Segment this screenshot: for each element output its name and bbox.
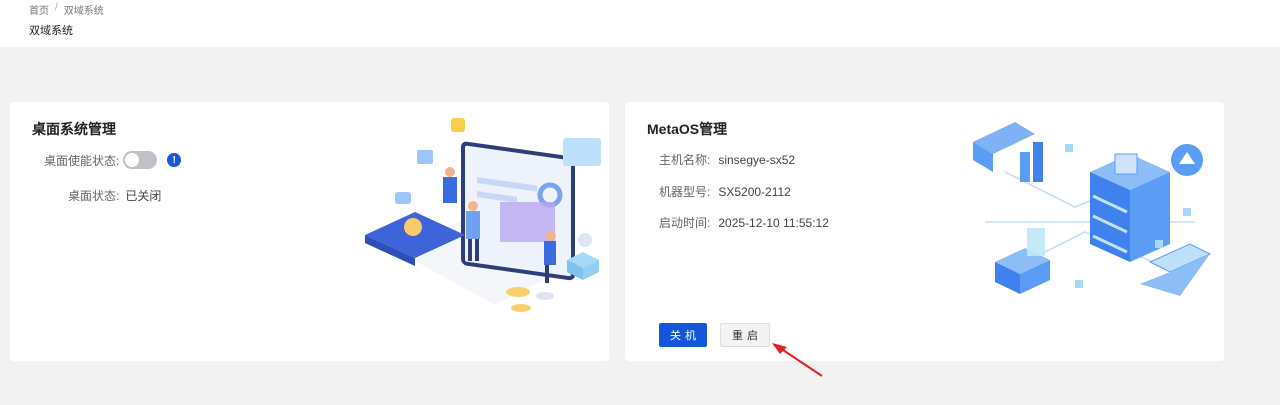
restart-button[interactable]: 重启 <box>720 323 770 347</box>
metaos-management-card: MetaOS管理 主机名称: sinsegye-sx52 机器型号: SX520… <box>625 102 1224 361</box>
boot-time-row: 启动时间: 2025-12-10 11:55:12 <box>659 214 829 231</box>
page-title: 双域系统 <box>29 25 73 37</box>
boot-time-label: 启动时间: <box>659 216 711 230</box>
page-header: 首页 / 双域系统 双域系统 <box>0 0 1280 47</box>
hostname-label: 主机名称: <box>659 153 711 167</box>
hostname-value: sinsegye-sx52 <box>718 152 796 167</box>
desktop-status-row: 桌面状态: 已关闭 <box>68 187 161 204</box>
desktop-status-value: 已关闭 <box>125 189 162 203</box>
desktop-card-title: 桌面系统管理 <box>32 121 116 137</box>
desktop-enable-row: 桌面使能状态: ! <box>44 151 182 169</box>
breadcrumb-home[interactable]: 首页 <box>29 2 49 17</box>
server-illustration <box>973 122 1212 296</box>
desktop-enable-label: 桌面使能状态: <box>44 153 120 168</box>
info-icon[interactable]: ! <box>167 153 182 167</box>
hostname-row: 主机名称: sinsegye-sx52 <box>659 151 795 168</box>
model-row: 机器型号: SX5200-2112 <box>659 183 791 200</box>
breadcrumb-current: 双域系统 <box>63 6 104 17</box>
model-value: SX5200-2112 <box>718 184 791 199</box>
annotation-arrow-icon <box>772 343 823 377</box>
metaos-card-title: MetaOS管理 <box>647 121 728 137</box>
desktop-status-label: 桌面状态: <box>68 189 120 203</box>
model-label: 机器型号: <box>659 185 711 199</box>
breadcrumb-separator: / <box>55 2 58 13</box>
desktop-management-card: 桌面系统管理 桌面使能状态: ! 桌面状态: 已关闭 <box>10 102 609 361</box>
shutdown-button[interactable]: 关机 <box>659 323 707 347</box>
boot-time-value: 2025-12-10 11:55:12 <box>718 215 829 230</box>
desktop-enable-toggle[interactable] <box>123 151 158 169</box>
breadcrumb: 首页 / 双域系统 <box>29 2 104 17</box>
desktop-illustration <box>365 118 601 312</box>
